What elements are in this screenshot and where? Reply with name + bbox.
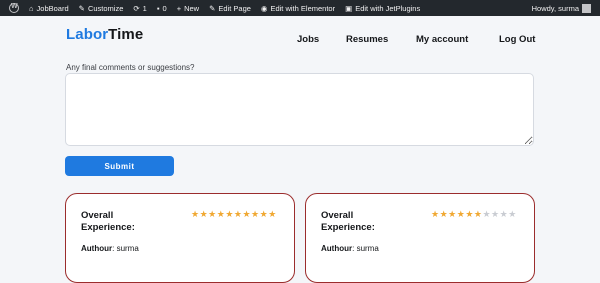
edit-jetplugins-link[interactable]: ▣ Edit with JetPlugins [340,0,425,16]
site-header: LaborTime Jobs Resumes My account Log Ou… [0,16,600,62]
site-logo[interactable]: LaborTime [66,26,143,43]
star-icon: ★ [439,209,448,219]
logo-part-time: Time [108,26,144,43]
star-icon: ★ [242,209,251,219]
star-icon: ★ [499,209,508,219]
review-title-line2: Experience: [321,222,375,233]
brush-icon: ✎ [78,3,85,13]
greeting-label: Howdy, surma [531,3,579,13]
author-key: Authour [321,244,353,253]
review-title: Overall Experience: [81,210,135,234]
jetplugins-icon: ▣ [345,3,353,13]
comments-link[interactable]: ▪ 0 [152,0,172,16]
star-icon: ★ [208,209,217,219]
comment-label: Any final comments or suggestions? [66,63,195,72]
review-title-line1: Overall [81,210,114,221]
submit-button[interactable]: Submit [65,156,174,176]
avatar [582,3,591,13]
review-card: Overall Experience: ★ ★ ★ ★ ★ ★ ★ ★ ★ ★ Authour: … [65,193,295,283]
star-icon: ★ [448,209,457,219]
edit-elementor-label: Edit with Elementor [270,3,336,13]
customize-link[interactable]: ✎ Customize [74,0,129,16]
admin-bar: ⌂ JobBoard ✎ Customize ⟳ 1 ▪ 0 + New ✎ E… [0,0,600,16]
comments-count: 0 [162,3,167,13]
nav-jobs[interactable]: Jobs [297,34,319,45]
site-name-menu[interactable]: ⌂ JobBoard [24,0,74,16]
wordpress-icon [9,3,19,13]
edit-elementor-link[interactable]: ◉ Edit with Elementor [256,0,340,16]
star-icon: ★ [216,209,225,219]
updates-count: 1 [142,3,147,13]
review-title: Overall Experience: [321,210,375,234]
review-title-line1: Overall [321,210,354,221]
edit-page-link[interactable]: ✎ Edit Page [204,0,256,16]
updates-link[interactable]: ⟳ 1 [128,0,151,16]
star-icon: ★ [191,209,200,219]
new-content-menu[interactable]: + New [172,0,204,16]
pencil-icon: ✎ [209,3,216,13]
nav-my-account[interactable]: My account [416,34,468,45]
refresh-icon: ⟳ [133,3,140,13]
star-icon: ★ [225,209,234,219]
star-icon: ★ [268,209,277,219]
comment-textarea[interactable] [65,73,534,146]
star-icon: ★ [491,209,500,219]
star-icon: ★ [233,209,242,219]
author-value: surma [356,244,379,253]
star-icon: ★ [431,209,440,219]
nav-log-out[interactable]: Log Out [499,34,535,45]
star-icon: ★ [473,209,482,219]
review-author: Authour: surma [81,244,139,253]
star-icon: ★ [199,209,208,219]
star-rating: ★ ★ ★ ★ ★ ★ ★ ★ ★ ★ [431,210,516,219]
new-label: New [184,3,200,13]
logo-part-labor: Labor [66,26,109,43]
elementor-icon: ◉ [260,3,268,13]
review-author: Authour: surma [321,244,379,253]
wp-logo-menu[interactable] [4,0,24,16]
review-title-line2: Experience: [81,222,135,233]
star-icon: ★ [251,209,260,219]
author-key: Authour [81,244,113,253]
author-value: surma [116,244,139,253]
comment-icon: ▪ [156,3,160,13]
star-icon: ★ [482,209,491,219]
customize-label: Customize [87,3,124,13]
star-rating: ★ ★ ★ ★ ★ ★ ★ ★ ★ ★ [191,210,276,219]
nav-resumes[interactable]: Resumes [346,34,388,45]
star-icon: ★ [456,209,465,219]
review-card: Overall Experience: ★ ★ ★ ★ ★ ★ ★ ★ ★ ★ Authour: … [305,193,535,283]
my-account-menu[interactable]: Howdy, surma [527,0,596,16]
star-icon: ★ [465,209,474,219]
edit-page-label: Edit Page [218,3,251,13]
home-icon: ⌂ [29,3,34,13]
star-icon: ★ [259,209,268,219]
edit-jetplugins-label: Edit with JetPlugins [355,3,421,13]
star-icon: ★ [508,209,517,219]
plus-icon: + [176,3,182,13]
site-name-label: JobBoard [36,3,69,13]
